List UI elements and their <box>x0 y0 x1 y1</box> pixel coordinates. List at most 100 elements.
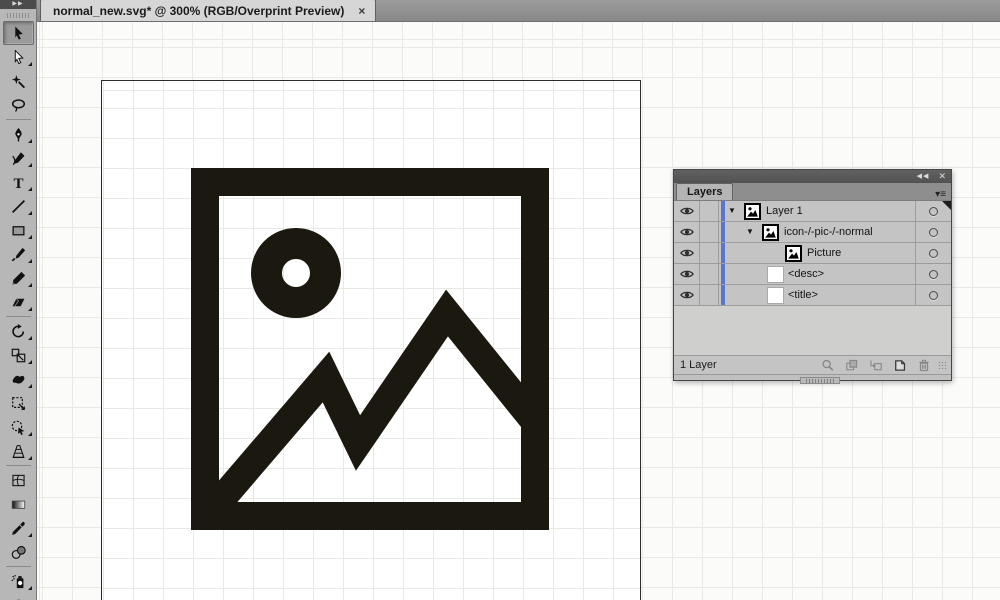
rectangle-tool[interactable] <box>0 218 37 242</box>
column-graph-tool[interactable] <box>0 593 37 600</box>
lasso-tool[interactable] <box>0 93 37 117</box>
collapse-to-icons-icon[interactable]: ◀◀ <box>917 173 930 180</box>
layer-row[interactable]: ▼icon-/-pic-/-normal <box>674 222 951 243</box>
locate-object-button[interactable] <box>820 358 835 372</box>
visibility-toggle[interactable] <box>674 222 700 242</box>
layer-row-content[interactable]: <desc> <box>719 264 915 284</box>
target-circle-icon[interactable] <box>929 291 938 300</box>
grip-ribs-icon <box>806 379 834 383</box>
width-tool[interactable] <box>0 367 37 391</box>
tools-panel: ▶▶ T <box>0 0 37 600</box>
shape-builder-tool-icon <box>11 420 26 435</box>
disclosure-triangle-icon[interactable]: ▼ <box>746 228 758 236</box>
target-circle-icon[interactable] <box>929 207 938 216</box>
target-cell[interactable] <box>915 222 951 242</box>
type-tool[interactable]: T <box>0 170 37 194</box>
picture-icon-artwork[interactable] <box>191 168 549 530</box>
lock-cell[interactable] <box>700 285 719 305</box>
scale-tool[interactable] <box>0 343 37 367</box>
line-segment-tool[interactable] <box>0 194 37 218</box>
document-tab[interactable]: normal_new.svg* @ 300% (RGB/Overprint Pr… <box>40 0 376 21</box>
selection-tool[interactable] <box>3 21 34 45</box>
panel-resize-grip-icon[interactable] <box>938 361 947 370</box>
collapse-panel-icon[interactable]: ▶▶ <box>12 1 23 7</box>
eyedropper-tool[interactable] <box>0 516 37 540</box>
rotate-tool[interactable] <box>0 319 37 343</box>
symbol-sprayer-tool-icon <box>11 574 26 589</box>
flyout-corner-icon <box>28 533 32 537</box>
mesh-tool-icon <box>11 473 26 488</box>
lock-cell[interactable] <box>700 264 719 284</box>
pen-tool[interactable] <box>0 122 37 146</box>
layer-row[interactable]: ▼Layer 1 <box>674 201 951 222</box>
panel-close-icon[interactable]: ✕ <box>938 172 946 181</box>
layer-row-content[interactable]: Picture <box>719 243 915 263</box>
target-cell[interactable] <box>915 264 951 284</box>
layer-row[interactable]: Picture <box>674 243 951 264</box>
rectangle-tool-icon <box>11 223 26 238</box>
disclosure-triangle-icon[interactable]: ▼ <box>728 207 740 215</box>
picture-thumbnail-icon <box>744 203 761 220</box>
pencil-tool[interactable] <box>0 266 37 290</box>
perspective-grid-tool[interactable] <box>0 439 37 463</box>
lock-cell[interactable] <box>700 243 719 263</box>
make-clipping-mask-button[interactable] <box>844 358 859 372</box>
lasso-tool-icon <box>11 98 26 113</box>
svg-text:T: T <box>13 175 23 189</box>
paintbrush-tool[interactable] <box>0 242 37 266</box>
layer-row-content[interactable]: <title> <box>719 285 915 305</box>
target-circle-icon[interactable] <box>929 228 938 237</box>
delete-selection-button[interactable] <box>916 358 931 372</box>
selection-bar <box>721 285 725 305</box>
eraser-tool-icon <box>11 295 26 310</box>
flyout-corner-icon <box>28 139 32 143</box>
magic-wand-tool-icon <box>11 74 26 89</box>
selection-bar <box>721 201 725 221</box>
layer-row[interactable]: <desc> <box>674 264 951 285</box>
layers-panel-titlebar[interactable]: ◀◀ ✕ <box>674 170 951 183</box>
layer-thumbnail <box>785 245 802 262</box>
visibility-toggle[interactable] <box>674 285 700 305</box>
visibility-toggle[interactable] <box>674 201 700 221</box>
panel-drag-grip[interactable] <box>800 377 840 384</box>
create-new-layer-button[interactable] <box>892 358 907 372</box>
shape-builder-tool[interactable] <box>0 415 37 439</box>
picture-sun-shape <box>267 244 326 303</box>
toolbar-divider <box>6 465 31 466</box>
layer-row-content[interactable]: ▼Layer 1 <box>719 201 915 221</box>
free-transform-tool[interactable] <box>0 391 37 415</box>
lock-cell[interactable] <box>700 201 719 221</box>
tools-panel-grip[interactable] <box>0 9 36 21</box>
visibility-toggle[interactable] <box>674 243 700 263</box>
tools-panel-header[interactable]: ▶▶ <box>0 0 36 9</box>
flyout-corner-icon <box>28 211 32 215</box>
layers-empty-area[interactable] <box>674 306 951 355</box>
blank-swatch <box>768 288 783 303</box>
blend-tool[interactable] <box>0 540 37 564</box>
mesh-tool[interactable] <box>0 468 37 492</box>
picture-mountain-shape <box>207 313 535 516</box>
tab-close-icon[interactable]: × <box>358 5 365 17</box>
magic-wand-tool[interactable] <box>0 69 37 93</box>
lock-cell[interactable] <box>700 222 719 242</box>
gradient-tool[interactable] <box>0 492 37 516</box>
panel-menu-icon[interactable]: ▾≡ <box>935 190 951 200</box>
gradient-tool-icon <box>11 497 26 512</box>
symbol-sprayer-tool[interactable] <box>0 569 37 593</box>
layer-row[interactable]: <title> <box>674 285 951 306</box>
eraser-tool[interactable] <box>0 290 37 314</box>
visibility-toggle[interactable] <box>674 264 700 284</box>
create-new-sublayer-button[interactable] <box>868 358 883 372</box>
target-cell[interactable] <box>915 285 951 305</box>
target-circle-icon[interactable] <box>929 270 938 279</box>
target-circle-icon[interactable] <box>929 249 938 258</box>
target-cell[interactable] <box>915 243 951 263</box>
direct-selection-tool[interactable] <box>0 45 37 69</box>
layer-row-content[interactable]: ▼icon-/-pic-/-normal <box>719 222 915 242</box>
flyout-corner-icon <box>28 283 32 287</box>
selection-bar <box>721 243 725 263</box>
curvature-tool[interactable] <box>0 146 37 170</box>
tab-layers[interactable]: Layers <box>676 183 733 200</box>
blend-tool-icon <box>11 545 26 560</box>
paintbrush-tool-icon <box>11 247 26 262</box>
